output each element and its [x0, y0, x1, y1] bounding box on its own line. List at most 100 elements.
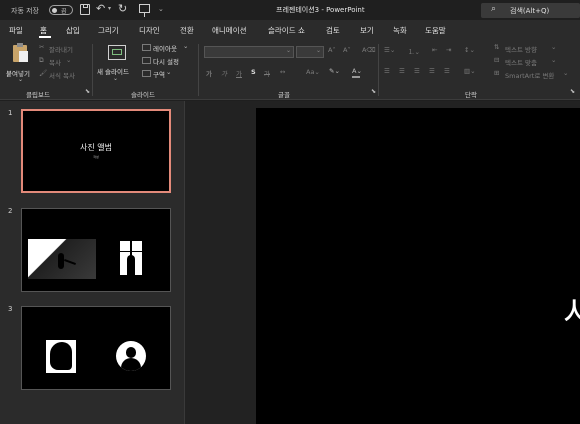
- tab-transitions[interactable]: 전환: [180, 25, 194, 36]
- reset-button[interactable]: 다시 설정: [153, 56, 179, 66]
- clear-formatting-icon[interactable]: A⌫: [362, 46, 376, 54]
- character-spacing-icon[interactable]: ↔: [280, 68, 285, 76]
- strikethrough-button[interactable]: 가: [264, 68, 270, 78]
- title-bar: 자동 저장 끔 ↶ ▾ ↻ ⌄ 프레젠테이션3 - PowerPoint ⌕ 검…: [0, 0, 580, 20]
- tab-slideshow[interactable]: 슬라이드 쇼: [268, 25, 305, 36]
- autosave-state: 끔: [61, 8, 67, 15]
- ribbon: 붙여넣기 ⌄ ✂ 잘라내기 ⧉ 복사 ⌄ 🖌 서식 복사 클립보드 ⬊ 새 슬라…: [0, 40, 580, 100]
- cut-label[interactable]: 잘라내기: [49, 44, 73, 54]
- tab-file[interactable]: 파일: [9, 25, 23, 36]
- slide-thumbnail-panel: 1 사진 앨범 작성 2 3: [0, 101, 184, 424]
- font-launcher-icon[interactable]: ⬊: [371, 88, 376, 95]
- tab-draw[interactable]: 그리기: [98, 25, 119, 36]
- layout-dropdown-icon[interactable]: ⌄: [183, 42, 188, 50]
- copy-label[interactable]: 복사: [49, 57, 61, 67]
- tab-insert[interactable]: 삽입: [66, 25, 80, 36]
- chevron-down-icon: ⌄: [285, 47, 291, 54]
- slide-canvas[interactable]: 시: [256, 108, 580, 424]
- decrease-indent-icon[interactable]: ⇤: [432, 46, 437, 54]
- bullets-icon[interactable]: ☰⌄: [384, 46, 395, 54]
- shadow-button[interactable]: S: [251, 68, 256, 76]
- new-slide-icon: [108, 45, 126, 60]
- numbering-icon[interactable]: ⒈⌄: [408, 46, 420, 56]
- section-dropdown-icon[interactable]: ⌄: [166, 68, 171, 76]
- slide-thumbnail-3[interactable]: [21, 306, 171, 390]
- autosave-toggle-knob: [52, 8, 57, 13]
- slide-thumbnail-1[interactable]: 사진 앨범 작성: [21, 109, 171, 193]
- underline-button[interactable]: 가: [236, 68, 242, 78]
- align-left-icon[interactable]: ☰: [384, 67, 390, 75]
- align-right-icon[interactable]: ☰: [414, 67, 420, 75]
- increase-indent-icon[interactable]: ⇥: [446, 46, 451, 54]
- copy-dropdown-icon[interactable]: ⌄: [66, 56, 71, 64]
- undo-icon[interactable]: ↶: [96, 2, 105, 15]
- layout-button[interactable]: 레이아웃: [153, 43, 177, 53]
- section-icon: [142, 70, 151, 77]
- slide-thumbnail-2[interactable]: [21, 208, 171, 292]
- shrink-font-icon[interactable]: A˅: [343, 46, 351, 54]
- font-color-icon[interactable]: A⌄: [352, 67, 362, 75]
- smartart-dropdown-icon[interactable]: ⌄: [563, 69, 568, 77]
- grow-font-icon[interactable]: A˄: [328, 46, 336, 54]
- paste-icon: [13, 43, 28, 62]
- redo-icon[interactable]: ↻: [118, 2, 127, 15]
- slide-title-text[interactable]: 시: [563, 286, 580, 335]
- text-direction-icon[interactable]: ⇅: [494, 43, 499, 51]
- tab-view[interactable]: 보기: [360, 25, 374, 36]
- undo-dropdown-icon[interactable]: ▾: [108, 5, 111, 12]
- italic-button[interactable]: 가: [221, 68, 227, 78]
- text-direction-button[interactable]: 텍스트 방향: [505, 44, 537, 54]
- menu-bar: 파일 홈 삽입 그리기 디자인 전환 애니메이션 슬라이드 쇼 검토 보기 녹화…: [0, 20, 580, 40]
- layout-icon: [142, 44, 151, 51]
- highlight-icon[interactable]: ✎⌄: [329, 67, 340, 75]
- section-button[interactable]: 구역: [153, 69, 165, 79]
- paragraph-launcher-icon[interactable]: ⬊: [570, 88, 575, 95]
- reset-icon: [142, 57, 151, 64]
- copy-icon[interactable]: ⧉: [39, 56, 44, 65]
- format-painter-label[interactable]: 서식 복사: [49, 70, 75, 80]
- slide-1-subtitle: 작성: [93, 155, 99, 159]
- line-spacing-icon[interactable]: ↕⌄: [464, 46, 475, 54]
- tab-review[interactable]: 검토: [326, 25, 340, 36]
- search-box[interactable]: ⌕ 검색(Alt+Q): [481, 3, 580, 18]
- columns-icon[interactable]: ▥⌄: [464, 67, 476, 75]
- tab-design[interactable]: 디자인: [139, 25, 160, 36]
- save-icon[interactable]: [80, 4, 90, 15]
- chevron-down-icon: ⌄: [315, 47, 321, 54]
- slide-editor-area: 시: [185, 101, 580, 424]
- align-text-dropdown-icon[interactable]: ⌄: [551, 56, 556, 64]
- tab-home[interactable]: 홈: [40, 25, 47, 36]
- tab-help[interactable]: 도움말: [425, 25, 446, 36]
- smartart-button[interactable]: SmartArt로 변환: [505, 70, 554, 80]
- search-icon: ⌕: [491, 4, 497, 14]
- distribute-icon[interactable]: ☰: [444, 67, 450, 75]
- photo-silhouette-window: [120, 241, 142, 275]
- font-size-dropdown[interactable]: ⌄: [296, 46, 324, 58]
- customize-qat-icon[interactable]: ⌄: [158, 5, 164, 13]
- paste-button[interactable]: 붙여넣기 ⌄: [6, 43, 36, 85]
- workspace: 1 사진 앨범 작성 2 3 시: [0, 101, 580, 424]
- align-center-icon[interactable]: ☰: [399, 67, 405, 75]
- autosave-toggle[interactable]: 끔: [49, 5, 73, 15]
- new-slide-button[interactable]: 새 슬라이드 ⌄: [97, 43, 137, 85]
- font-name-dropdown[interactable]: ⌄: [204, 46, 294, 58]
- align-text-button[interactable]: 텍스트 맞춤: [505, 57, 537, 67]
- smartart-icon[interactable]: ⊞: [494, 69, 499, 77]
- present-icon[interactable]: [139, 4, 150, 17]
- justify-icon[interactable]: ☰: [429, 67, 435, 75]
- bold-button[interactable]: 가: [206, 68, 212, 78]
- new-slide-dropdown-icon: ⌄: [113, 75, 119, 82]
- tab-record[interactable]: 녹화: [393, 25, 407, 36]
- search-placeholder: 검색(Alt+Q): [510, 7, 550, 15]
- active-tab-indicator: [39, 36, 51, 38]
- font-group-label: 글꼴: [278, 91, 290, 99]
- change-case-icon[interactable]: Aa⌄: [306, 68, 320, 76]
- clipboard-launcher-icon[interactable]: ⬊: [85, 88, 90, 95]
- text-direction-dropdown-icon[interactable]: ⌄: [551, 43, 556, 51]
- slides-group-label: 슬라이드: [131, 91, 155, 99]
- cut-icon[interactable]: ✂: [39, 43, 44, 51]
- group-separator: [198, 44, 199, 96]
- align-text-icon[interactable]: ⊟: [494, 56, 499, 64]
- tab-animations[interactable]: 애니메이션: [212, 25, 247, 36]
- format-painter-icon[interactable]: 🖌: [39, 69, 47, 77]
